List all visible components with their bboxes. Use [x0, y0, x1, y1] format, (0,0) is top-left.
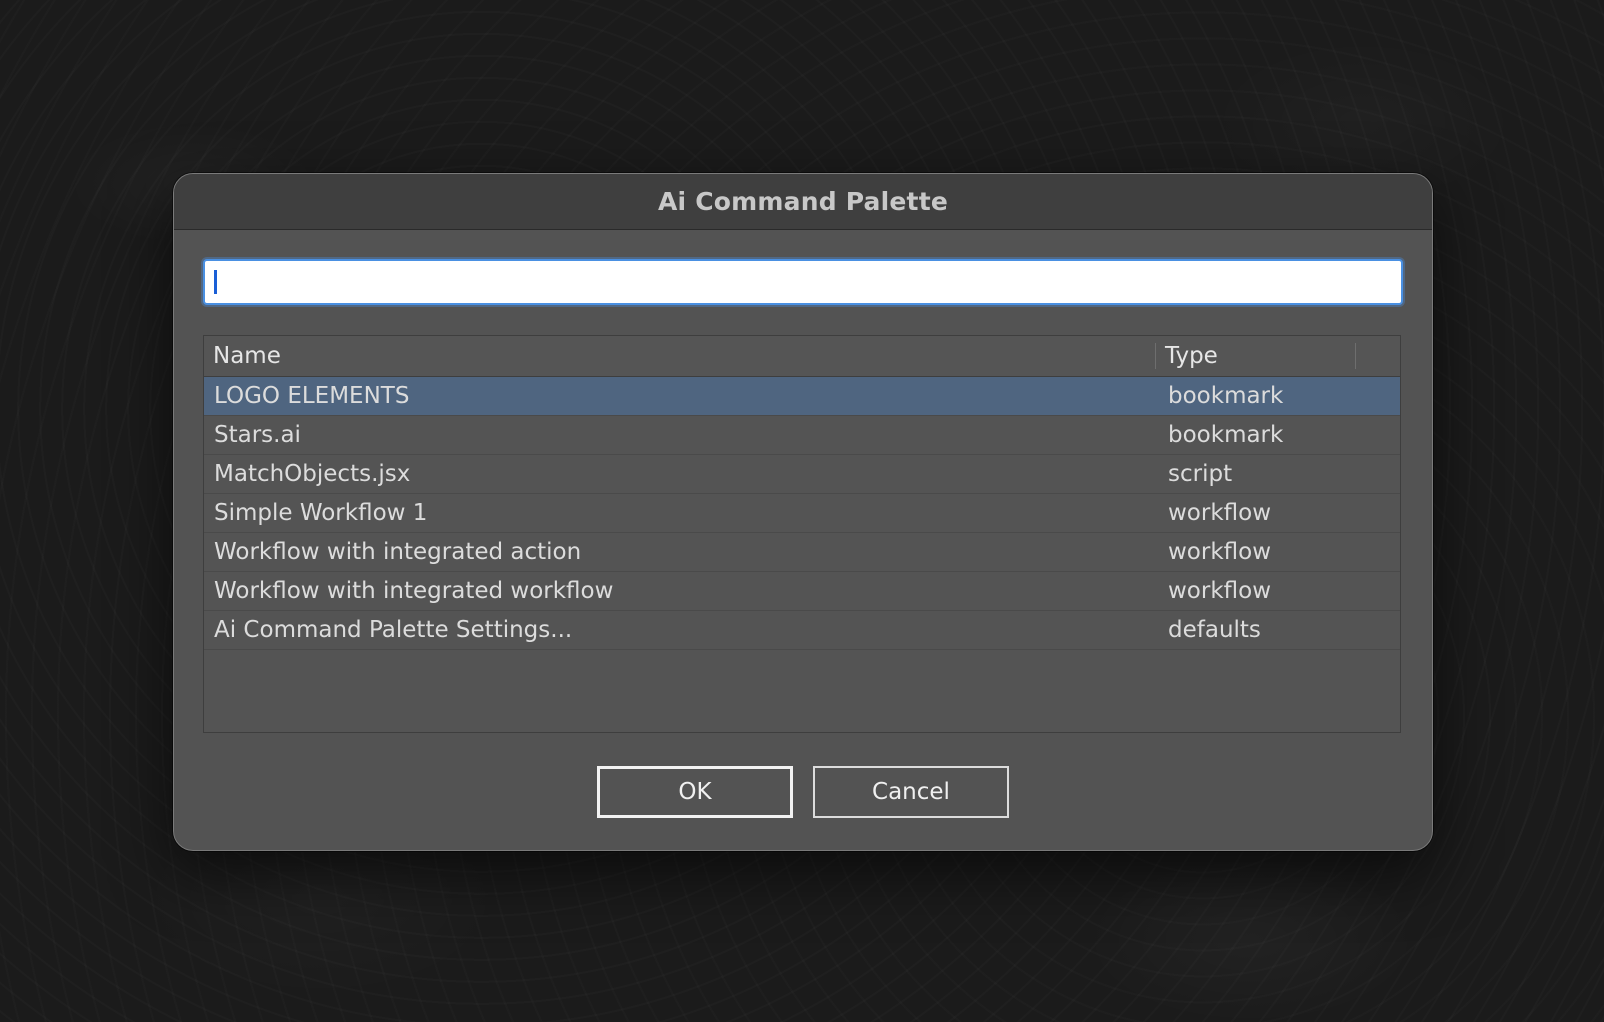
- column-header-name[interactable]: Name: [204, 343, 1156, 369]
- list-rows: LOGO ELEMENTS bookmark Stars.ai bookmark Mat…: [204, 377, 1400, 650]
- list-item[interactable]: Workflow with integrated action workflow: [204, 533, 1400, 572]
- search-input[interactable]: [205, 261, 1401, 303]
- list-item-name: Workflow with integrated workflow: [214, 578, 614, 604]
- list-item[interactable]: MatchObjects.jsx script: [204, 455, 1400, 494]
- list-item-name: Ai Command Palette Settings...: [214, 617, 573, 643]
- list-item[interactable]: Ai Command Palette Settings... defaults: [204, 611, 1400, 650]
- search-field-wrapper[interactable]: [203, 259, 1403, 305]
- list-item-type: workflow: [1168, 539, 1272, 565]
- list-item-type: bookmark: [1168, 422, 1284, 448]
- dialog-title: Ai Command Palette: [657, 187, 948, 216]
- list-item-name: MatchObjects.jsx: [214, 461, 411, 487]
- text-caret: [214, 270, 217, 294]
- list-item-type: workflow: [1168, 578, 1272, 604]
- list-item-name: Simple Workflow 1: [214, 500, 428, 526]
- ok-button[interactable]: OK: [597, 766, 793, 818]
- list-item-name: LOGO ELEMENTS: [214, 383, 410, 409]
- list-item[interactable]: Workflow with integrated workflow workflo…: [204, 572, 1400, 611]
- column-header-type[interactable]: Type: [1156, 343, 1356, 369]
- list-item-type: defaults: [1168, 617, 1261, 643]
- list-item-type: script: [1168, 461, 1233, 487]
- dialog-titlebar[interactable]: Ai Command Palette: [174, 174, 1432, 230]
- list-item-type: workflow: [1168, 500, 1272, 526]
- list-item-name: Stars.ai: [214, 422, 301, 448]
- list-item[interactable]: Simple Workflow 1 workflow: [204, 494, 1400, 533]
- list-item-name: Workflow with integrated action: [214, 539, 582, 565]
- dialog-buttons: OK Cancel: [174, 766, 1432, 818]
- list-item[interactable]: LOGO ELEMENTS bookmark: [204, 377, 1400, 416]
- command-palette-dialog: Ai Command Palette Name Type LOGO ELEMEN…: [173, 173, 1433, 851]
- list-item-type: bookmark: [1168, 383, 1284, 409]
- list-header: Name Type: [204, 336, 1400, 377]
- list-item[interactable]: Stars.ai bookmark: [204, 416, 1400, 455]
- results-list[interactable]: Name Type LOGO ELEMENTS bookmark Stars.ai b…: [203, 335, 1401, 733]
- cancel-button[interactable]: Cancel: [813, 766, 1009, 818]
